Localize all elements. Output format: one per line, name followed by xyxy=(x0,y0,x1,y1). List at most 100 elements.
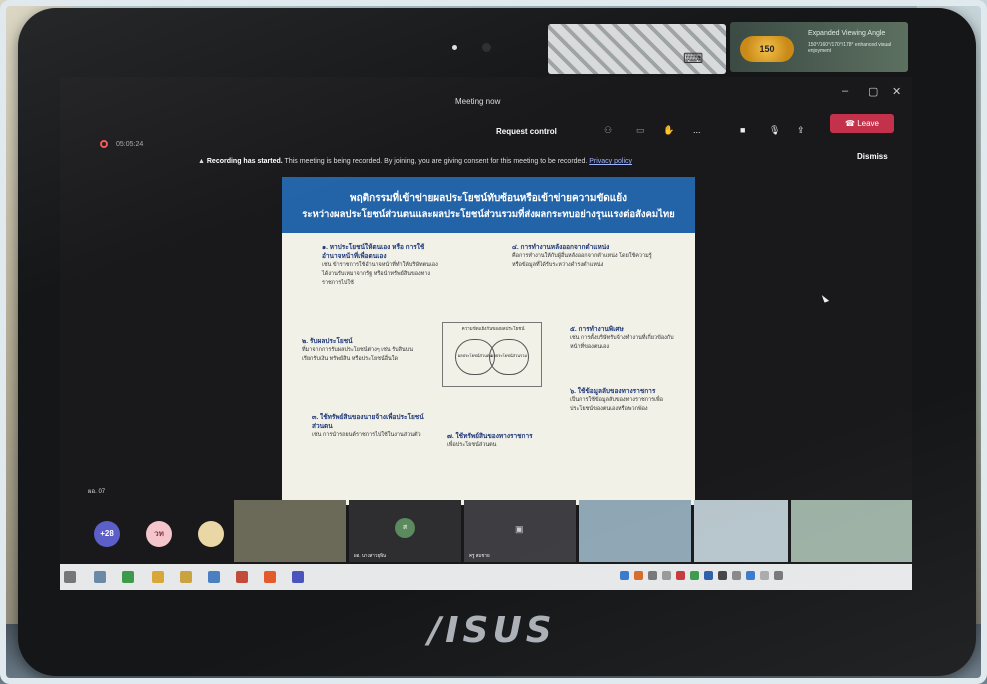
recording-banner: ▲ Recording has started. This meeting is… xyxy=(198,158,632,165)
slide-block-6-text: เป็นการใช้ข้อมูลลับของทางราชการเพื่อประโ… xyxy=(570,397,663,412)
slide-block-4-head: ๔. การทำงานหลังออกจากตำแหน่ง xyxy=(512,244,610,251)
slide-block-4: ๔. การทำงานหลังออกจากตำแหน่ง คือการทำงาน… xyxy=(512,243,652,270)
photo-scene: ⌨ 150 Expanded Viewing Angle 150°/160°/1… xyxy=(0,0,987,684)
viewing-angle-sticker: 150 Expanded Viewing Angle 150°/160°/170… xyxy=(730,22,908,72)
participant-avatar-photo[interactable] xyxy=(198,521,224,547)
shared-slide: พฤติกรรมที่เข้าข่ายผลประโยชน์ทับซ้อนหรือ… xyxy=(282,177,695,505)
leave-label: Leave xyxy=(857,119,879,128)
slide-block-7-text: เพื่อประโยชน์ส่วนตน xyxy=(447,442,497,448)
slide-block-3-text: เช่น การนำรถยนต์ราชการไปใช้ในงานส่วนตัว xyxy=(312,432,421,438)
banner-text: This meeting is being recorded. By joini… xyxy=(282,158,588,165)
chat-icon[interactable]: ▭ xyxy=(636,125,645,136)
participant-gallery: +28 วท ส ผอ. นางสาวยุพิน ▣ ครู สมชาย xyxy=(60,500,912,562)
video-tile-3-name: ครู สมชาย xyxy=(469,553,490,558)
request-control-button[interactable]: Request control xyxy=(496,127,557,136)
self-view-label: ผอ. 07 xyxy=(88,489,106,495)
video-tile-5[interactable] xyxy=(694,500,788,562)
webcam-led xyxy=(452,45,457,50)
slide-block-2-head: ๒. รับผลประโยชน์ xyxy=(302,338,353,345)
dismiss-button[interactable]: Dismiss xyxy=(857,152,888,161)
slide-block-4-text: คือการทำงานให้กับผู้อื่นหลังออกจากตำแหน่… xyxy=(512,253,652,268)
tray-icon-2[interactable] xyxy=(634,571,643,580)
slide-block-3-head: ๓. ใช้ทรัพย์สินของนายจ้างเพื่อประโยชน์ส่… xyxy=(312,414,424,430)
taskbar-app-2-icon[interactable] xyxy=(122,571,134,583)
mic-muted-icon[interactable]: 🎙 xyxy=(769,125,780,136)
slide-block-7: ๗. ใช้ทรัพย์สินของทางราชการ เพื่อประโยชน… xyxy=(447,432,562,450)
raise-hand-icon[interactable]: ✋ xyxy=(663,125,674,136)
slide-header: พฤติกรรมที่เข้าข่ายผลประโยชน์ทับซ้อนหรือ… xyxy=(282,177,695,233)
slide-block-6-head: ๖. ใช้ข้อมูลลับของทางราชการ xyxy=(570,388,656,395)
taskbar-app-4-icon[interactable] xyxy=(180,571,192,583)
window-titlebar: Meeting now – ▢ ✕ xyxy=(60,77,912,113)
participants-icon[interactable]: ⚇ xyxy=(604,125,612,136)
video-tile-6[interactable] xyxy=(791,500,912,562)
more-participants-button[interactable]: +28 xyxy=(94,521,120,547)
sticker-title: Expanded Viewing Angle xyxy=(808,30,886,37)
taskbar-app-1-icon[interactable] xyxy=(94,571,106,583)
minimize-button[interactable]: – xyxy=(842,85,848,97)
slide-title-line2: ระหว่างผลประโยชน์ส่วนตนและผลประโยชน์ส่วน… xyxy=(302,209,675,220)
slide-block-5-head: ๕. การทำงานพิเศษ xyxy=(570,326,624,333)
tray-icon-5[interactable] xyxy=(676,571,685,580)
asus-logo: /ISUS xyxy=(428,610,556,651)
tray-icon-9[interactable] xyxy=(732,571,741,580)
slide-block-6: ๖. ใช้ข้อมูลลับของทางราชการ เป็นการใช้ข้… xyxy=(570,387,685,414)
slide-block-5: ๕. การทำงานพิเศษ เช่น การตั้งบริษัทรับจ้… xyxy=(570,325,680,352)
slide-block-1: ๑. หาประโยชน์ให้ตนเอง หรือ การใช้อำนาจหน… xyxy=(322,243,442,288)
mouse-pointer-icon xyxy=(821,293,830,303)
privacy-policy-link[interactable]: Privacy policy xyxy=(589,158,632,165)
video-tile-2[interactable]: ส ผอ. นางสาวยุพิน xyxy=(349,500,461,562)
tray-icon-12[interactable] xyxy=(774,571,783,580)
tray-icon-8[interactable] xyxy=(718,571,727,580)
venn-circle-right: ผลประโยชน์ส่วนรวม xyxy=(489,339,529,375)
warning-icon: ▲ xyxy=(198,158,207,165)
slide-block-1-text: เช่น ข้าราชการใช้อำนาจหน้าที่ทำให้บริษัท… xyxy=(322,262,438,286)
leave-button[interactable]: ☎ Leave xyxy=(830,114,894,133)
meeting-title: Meeting now xyxy=(455,97,501,106)
windows-taskbar xyxy=(60,564,912,590)
video-tile-4[interactable] xyxy=(579,500,691,562)
close-button[interactable]: ✕ xyxy=(892,85,901,98)
tray-icon-6[interactable] xyxy=(690,571,699,580)
tray-icon-11[interactable] xyxy=(760,571,769,580)
meeting-timer: 05:05:24 xyxy=(116,141,144,148)
tray-icon-3[interactable] xyxy=(648,571,657,580)
slide-block-2: ๒. รับผลประโยชน์ ที่มาจากการรับผลประโยชน… xyxy=(302,337,422,364)
video-tile-2-name: ผอ. นางสาวยุพิน xyxy=(354,553,387,558)
recording-indicator-icon xyxy=(100,140,108,148)
slide-block-7-head: ๗. ใช้ทรัพย์สินของทางราชการ xyxy=(447,433,533,440)
venn-title: ความขัดแย้งกันของผลประโยชน์ xyxy=(461,326,525,331)
tray-icon-1[interactable] xyxy=(620,571,629,580)
slide-title-line1: พฤติกรรมที่เข้าข่ายผลประโยชน์ทับซ้อนหรือ… xyxy=(350,193,627,204)
taskbar-teams-icon[interactable] xyxy=(292,571,304,583)
share-screen-icon[interactable]: ⇪ xyxy=(797,125,805,136)
more-actions-button[interactable]: ... xyxy=(693,125,701,135)
start-button-icon[interactable] xyxy=(64,571,76,583)
monitor-screen: Meeting now – ▢ ✕ 05:05:24 Request contr… xyxy=(60,77,912,590)
slide-block-5-text: เช่น การตั้งบริษัทรับจ้างทำงานที่เกี่ยวข… xyxy=(570,335,674,350)
taskbar-app-6-icon[interactable] xyxy=(236,571,248,583)
maximize-button[interactable]: ▢ xyxy=(868,85,878,98)
phone-hangup-icon: ☎ xyxy=(845,119,858,128)
tray-icon-10[interactable] xyxy=(746,571,755,580)
sticker-subtitle: 150°/160°/170°/178° enhanced visual enjo… xyxy=(808,42,892,54)
banner-strong-text: Recording has started. xyxy=(206,158,283,165)
keyboard-icon: ⌨ xyxy=(683,50,704,66)
taskbar-app-5-icon[interactable] xyxy=(208,571,220,583)
slide-block-1-head: ๑. หาประโยชน์ให้ตนเอง หรือ การใช้อำนาจหน… xyxy=(322,244,425,260)
tray-icon-7[interactable] xyxy=(704,571,713,580)
camera-off-icon: ▣ xyxy=(515,524,524,534)
venn-diagram: ความขัดแย้งกันของผลประโยชน์ ผลประโยชน์ส่… xyxy=(442,322,542,387)
viewing-angle-badge: 150 xyxy=(740,36,794,62)
taskbar-app-7-icon[interactable] xyxy=(264,571,276,583)
video-tile-1[interactable] xyxy=(234,500,346,562)
slide-block-3: ๓. ใช้ทรัพย์สินของนายจ้างเพื่อประโยชน์ส่… xyxy=(312,413,432,440)
camera-icon[interactable]: ■ xyxy=(740,125,745,135)
tray-icon-4[interactable] xyxy=(662,571,671,580)
taskbar-app-3-icon[interactable] xyxy=(152,571,164,583)
video-tile-3[interactable]: ▣ ครู สมชาย xyxy=(464,500,576,562)
webcam-lens-icon xyxy=(482,43,491,52)
video-tile-2-avatar: ส xyxy=(395,518,415,538)
participant-avatar-initials[interactable]: วท xyxy=(146,521,172,547)
slide-block-2-text: ที่มาจากการรับผลประโยชน์ต่างๆ เช่น รับสิ… xyxy=(302,347,414,362)
